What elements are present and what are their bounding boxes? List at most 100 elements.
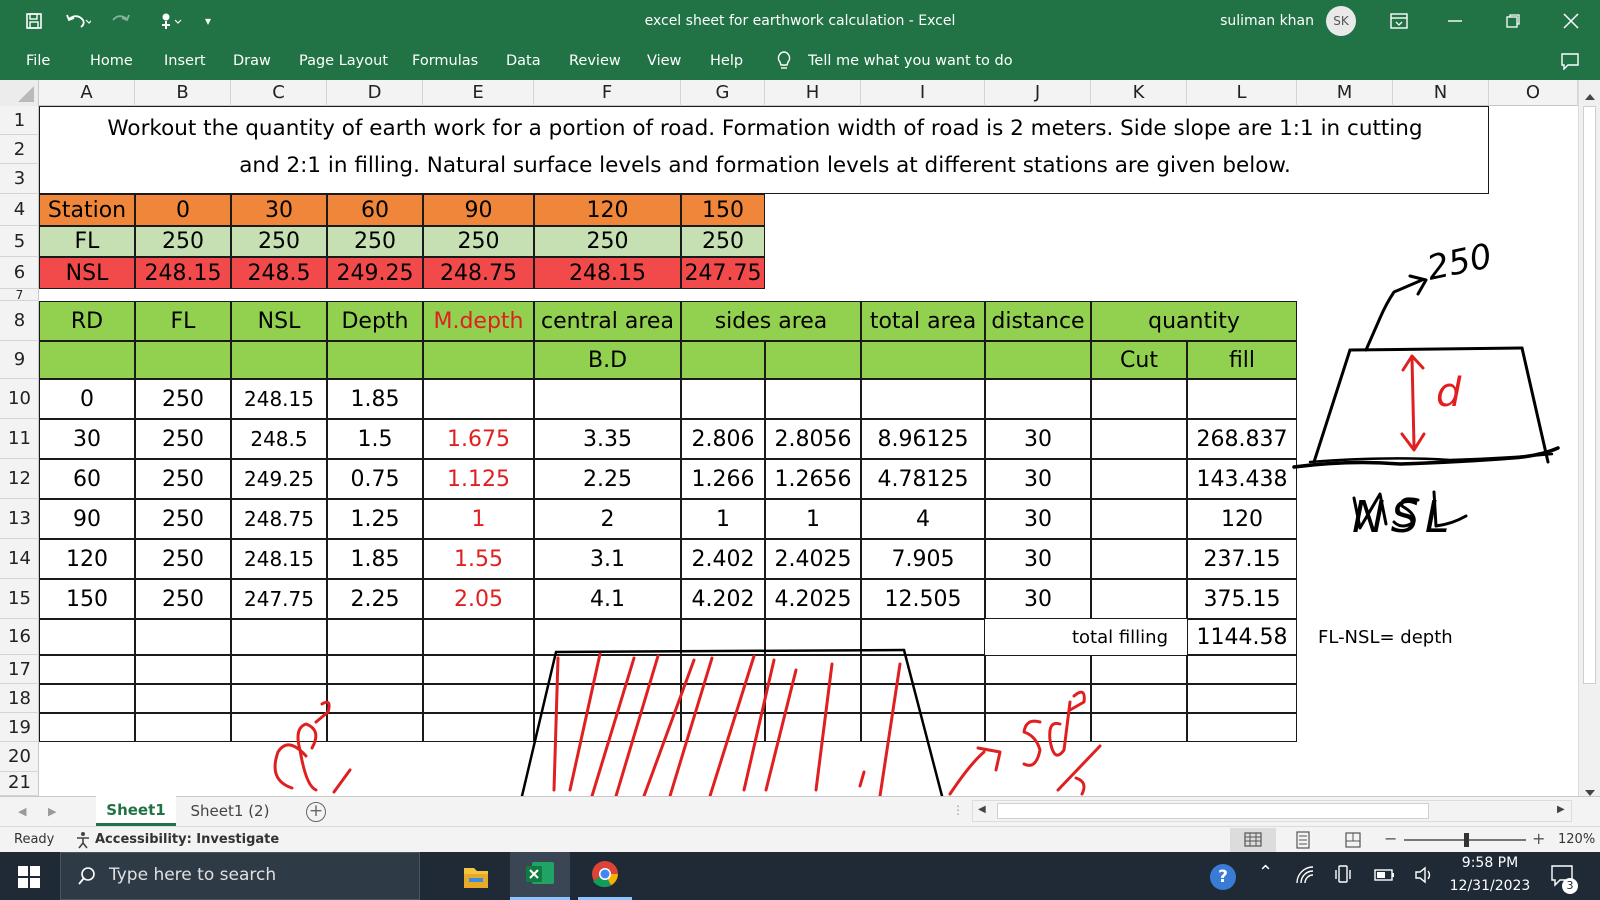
empty-cell[interactable] (1187, 655, 1297, 684)
row-header-5[interactable]: 5 (0, 226, 39, 257)
zoom-slider-thumb[interactable] (1464, 833, 1469, 847)
column-header-m[interactable]: M (1297, 80, 1393, 106)
horizontal-scrollbar[interactable]: ◀ ▶ (972, 800, 1572, 822)
battery-icon[interactable] (1374, 867, 1396, 887)
distance-cell[interactable]: 30 (985, 539, 1091, 579)
empty-cell[interactable] (39, 619, 135, 655)
empty-cell[interactable] (39, 713, 135, 742)
subheader-cell[interactable] (985, 341, 1091, 379)
tab-help[interactable]: Help (710, 42, 743, 80)
fl-label[interactable]: FL (39, 226, 135, 257)
row-header-8[interactable]: 8 (0, 301, 39, 341)
taskbar-search-box[interactable]: Type here to search (60, 852, 420, 900)
total-area-cell[interactable]: 8.96125 (861, 419, 985, 459)
subheader-cell[interactable] (231, 341, 327, 379)
header-mean-depth[interactable]: M.depth (423, 301, 534, 341)
rd-cell[interactable]: 90 (39, 499, 135, 539)
row-header-18[interactable]: 18 (0, 684, 39, 713)
tab-home[interactable]: Home (90, 42, 133, 80)
row-header-1[interactable]: 1 (0, 106, 39, 135)
column-header-a[interactable]: A (39, 80, 135, 106)
central-area-cell[interactable] (534, 379, 681, 419)
minimize-icon[interactable] (1430, 0, 1480, 42)
column-header-f[interactable]: F (534, 80, 681, 106)
tab-draw[interactable]: Draw (233, 42, 271, 80)
column-header-g[interactable]: G (681, 80, 765, 106)
column-header-j[interactable]: J (985, 80, 1091, 106)
subheader-fill[interactable]: fill (1187, 341, 1297, 379)
depth-cell[interactable]: 1.5 (327, 419, 423, 459)
windows-start-icon[interactable] (18, 866, 40, 892)
next-sheet-icon[interactable]: ▶ (48, 805, 56, 818)
header-fl[interactable]: FL (135, 301, 231, 341)
side-area-cell[interactable]: 2.806 (681, 419, 765, 459)
problem-statement[interactable]: Workout the quantity of earth work for a… (39, 106, 1489, 194)
distance-cell[interactable]: 30 (985, 459, 1091, 499)
side-area-cell[interactable]: 1.2656 (765, 459, 861, 499)
empty-cell[interactable] (1187, 684, 1297, 713)
subheader-cut[interactable]: Cut (1091, 341, 1187, 379)
rd-cell[interactable]: 30 (39, 419, 135, 459)
fill-cell[interactable]: 120 (1187, 499, 1297, 539)
distance-cell[interactable]: 30 (985, 499, 1091, 539)
side-area-cell[interactable] (765, 379, 861, 419)
depth-cell[interactable]: 2.25 (327, 579, 423, 619)
rd-cell[interactable]: 60 (39, 459, 135, 499)
tab-splitter-icon[interactable]: ⋮ (952, 803, 964, 817)
nsl-cell[interactable]: 248.5 (231, 257, 327, 289)
cut-cell[interactable] (1091, 539, 1187, 579)
header-distance[interactable]: distance (985, 301, 1091, 341)
side-area-cell[interactable]: 4.2025 (765, 579, 861, 619)
row-header-13[interactable]: 13 (0, 499, 39, 539)
column-header-l[interactable]: L (1187, 80, 1297, 106)
accessibility-status[interactable]: Accessibility: Investigate (95, 832, 279, 847)
fl-cell[interactable]: 250 (327, 226, 423, 257)
cut-cell[interactable] (1091, 379, 1187, 419)
column-header-o[interactable]: O (1489, 80, 1578, 106)
side-area-cell[interactable]: 2.8056 (765, 419, 861, 459)
depth-cell[interactable]: 1.25 (327, 499, 423, 539)
side-area-cell[interactable]: 2.402 (681, 539, 765, 579)
subheader-cell[interactable] (765, 341, 861, 379)
ribbon-display-options-icon[interactable] (1382, 0, 1416, 42)
row-header-6[interactable]: 6 (0, 257, 39, 289)
nsl-value-cell[interactable]: 248.15 (231, 379, 327, 419)
fl-cell[interactable]: 250 (423, 226, 534, 257)
subheader-cell[interactable] (135, 341, 231, 379)
row-header-12[interactable]: 12 (0, 459, 39, 499)
row-header-14[interactable]: 14 (0, 539, 39, 579)
cut-cell[interactable] (1091, 579, 1187, 619)
distance-cell[interactable] (985, 379, 1091, 419)
undo-icon[interactable] (58, 0, 98, 42)
header-rd[interactable]: RD (39, 301, 135, 341)
row-header-16[interactable]: 16 (0, 619, 39, 655)
empty-cell[interactable] (1187, 713, 1297, 742)
total-area-cell[interactable]: 7.905 (861, 539, 985, 579)
chrome-taskbar-icon[interactable] (578, 852, 632, 900)
mean-depth-cell[interactable]: 1.55 (423, 539, 534, 579)
total-area-cell[interactable]: 4 (861, 499, 985, 539)
vertical-scrollbar[interactable] (1578, 80, 1600, 796)
column-header-h[interactable]: H (765, 80, 861, 106)
header-total-area[interactable]: total area (861, 301, 985, 341)
page-break-view-icon[interactable] (1344, 831, 1362, 853)
rd-cell[interactable]: 150 (39, 579, 135, 619)
nsl-value-cell[interactable]: 249.25 (231, 459, 327, 499)
fl-cell[interactable]: 250 (534, 226, 681, 257)
tab-insert[interactable]: Insert (164, 42, 206, 80)
total-area-cell[interactable]: 12.505 (861, 579, 985, 619)
cut-cell[interactable] (1091, 419, 1187, 459)
excel-taskbar-icon[interactable] (510, 852, 570, 900)
add-sheet-icon[interactable]: + (306, 802, 326, 822)
subheader-cell[interactable] (423, 341, 534, 379)
rd-cell[interactable]: 120 (39, 539, 135, 579)
fl-cell[interactable]: 250 (681, 226, 765, 257)
device-icon[interactable] (1334, 865, 1352, 889)
sheet-tab[interactable]: Sheet1 (2) (178, 797, 282, 826)
customize-toolbar-icon[interactable]: ▾ (198, 0, 218, 42)
empty-cell[interactable] (135, 619, 231, 655)
mean-depth-cell[interactable]: 1 (423, 499, 534, 539)
redo-icon[interactable] (106, 0, 142, 42)
prev-sheet-icon[interactable]: ◀ (18, 805, 26, 818)
accessibility-icon[interactable] (74, 831, 92, 853)
